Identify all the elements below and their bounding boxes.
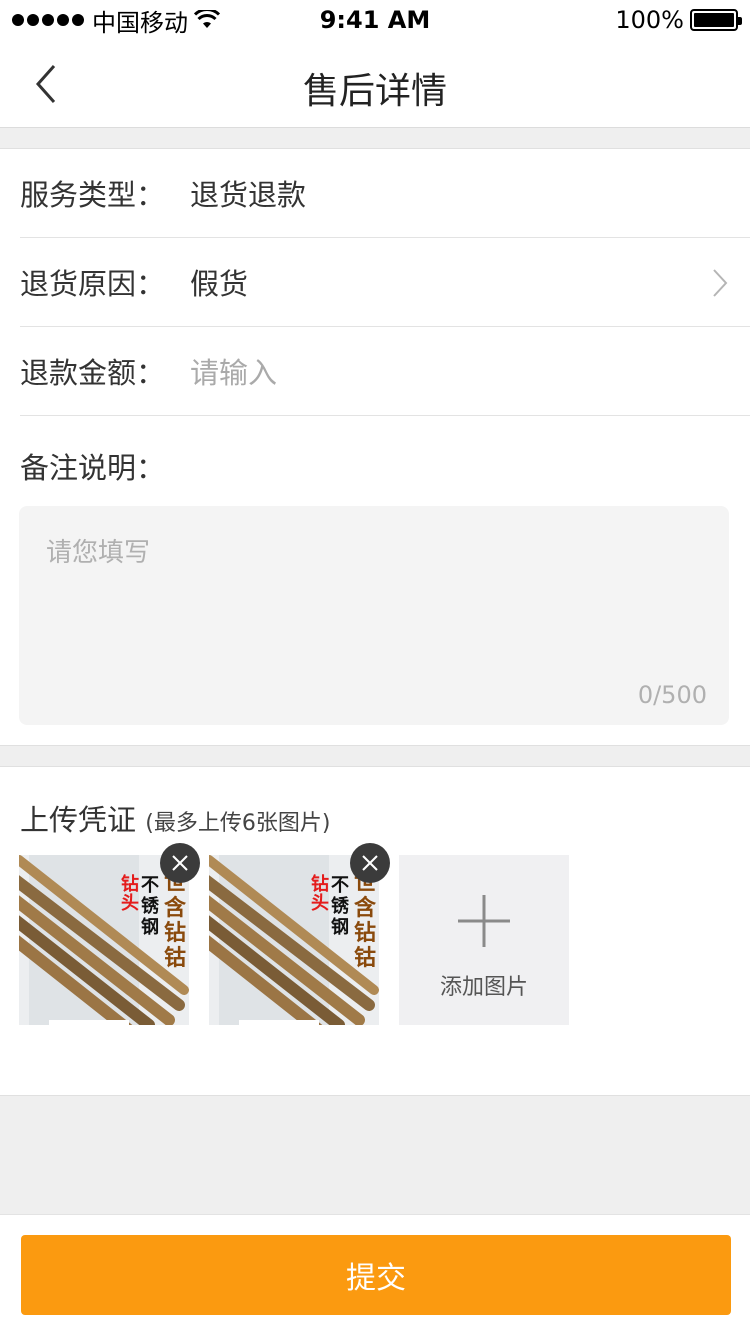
add-photo-label: 添加图片: [439, 975, 528, 1000]
status-bar: 中国移动 9:41 AM 100%: [0, 0, 750, 40]
photo-text-red: 钻头: [311, 874, 329, 914]
refund-amount-row: 退款金额： 请输入: [20, 327, 750, 416]
status-right: 100%: [615, 6, 742, 34]
photo-text-red: 钻头: [121, 874, 139, 914]
photo-text-brown: 世含钻钴: [354, 871, 377, 971]
remove-photo-button[interactable]: [160, 843, 200, 883]
close-icon: [172, 855, 188, 871]
after-sale-form: 服务类型： 退货退款 退货原因： 假货 退款金额： 请输入 备注说明： 请您填写…: [0, 148, 750, 746]
service-type-value: 退货退款: [190, 178, 307, 212]
nav-bar: 售后详情: [0, 40, 750, 128]
uploaded-photo[interactable]: 钻头 不锈钢 世含钻钴: [209, 855, 379, 1025]
photo-text-black: 不锈钢: [141, 875, 159, 938]
service-type-row: 服务类型： 退货退款: [20, 149, 750, 238]
close-icon: [362, 855, 378, 871]
remark-textarea[interactable]: 请您填写 0/500: [19, 506, 729, 725]
remark-label: 备注说明：: [20, 451, 166, 485]
battery-percent: 100%: [615, 6, 684, 34]
return-reason-label: 退货原因：: [20, 267, 166, 301]
chevron-right-icon: [713, 269, 728, 297]
uploaded-photo[interactable]: 钻头 不锈钢 世含钻钴: [19, 855, 189, 1025]
footer: 提交: [0, 1214, 750, 1334]
battery-fill: [694, 13, 734, 27]
upload-section: 上传凭证 (最多上传6张图片) 钻头 不锈钢 世含钻钴 钻头 不锈钢 世含钻钴 …: [0, 766, 750, 1096]
upload-title: 上传凭证 (最多上传6张图片): [20, 797, 330, 839]
page-title: 售后详情: [302, 71, 447, 112]
return-reason-value: 假货: [190, 267, 249, 301]
add-photo-button[interactable]: 添加图片: [399, 855, 569, 1025]
remark-placeholder: 请您填写: [46, 538, 151, 568]
battery-icon: [690, 9, 742, 31]
submit-button[interactable]: 提交: [21, 1235, 731, 1315]
refund-amount-input[interactable]: 请输入: [190, 350, 277, 392]
remark-counter: 0/500: [637, 681, 707, 709]
upload-hint: (最多上传6张图片): [145, 811, 331, 836]
return-reason-row[interactable]: 退货原因： 假货: [20, 238, 750, 327]
photo-text-brown: 世含钻钴: [164, 871, 187, 971]
plus-icon: [458, 895, 510, 947]
remove-photo-button[interactable]: [350, 843, 390, 883]
photo-text-black: 不锈钢: [331, 875, 349, 938]
refund-amount-label: 退款金额：: [20, 356, 166, 390]
upload-title-text: 上传凭证: [20, 803, 137, 837]
service-type-label: 服务类型：: [20, 178, 166, 212]
